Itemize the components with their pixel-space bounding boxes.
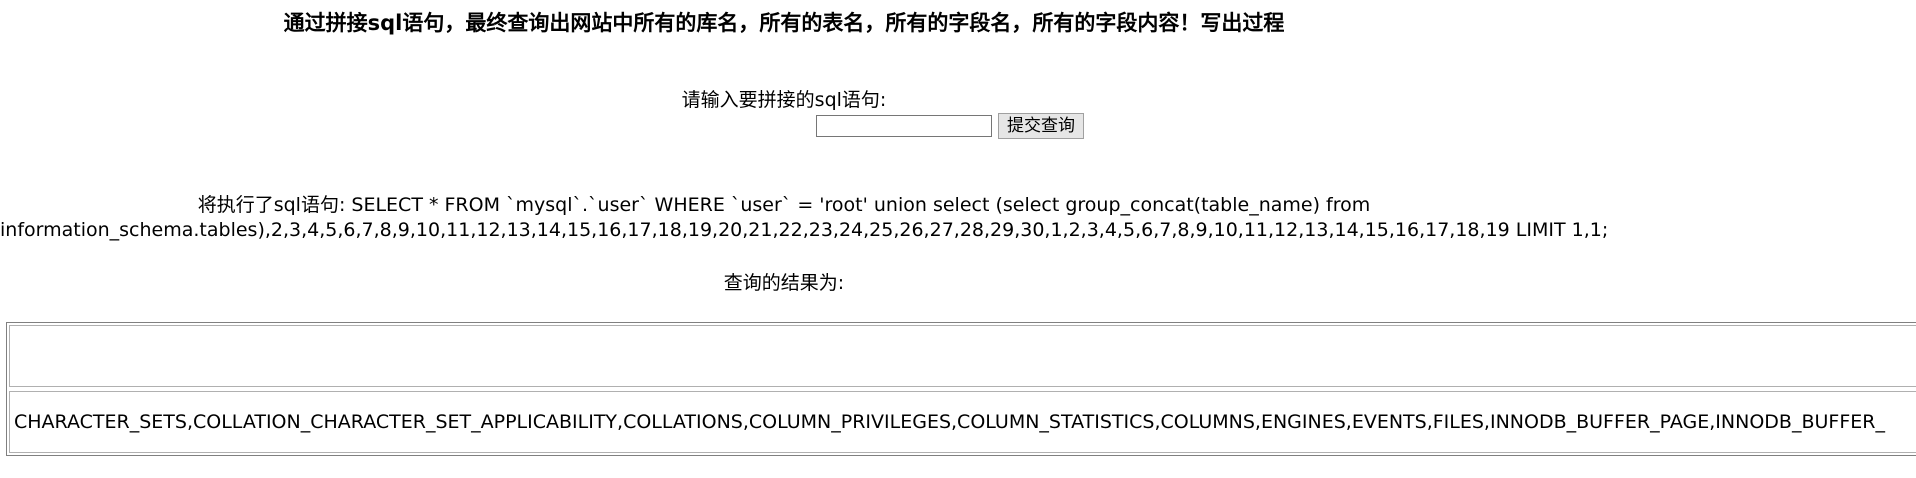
sql-form: 提交查询 — [816, 113, 1084, 139]
sql-input-label: 请输入要拼接的sql语句: — [681, 89, 887, 111]
executed-sql-line-1: 将执行了sql语句: SELECT * FROM `mysql`.`user` … — [197, 194, 1371, 216]
sql-input[interactable] — [816, 115, 992, 137]
result-row-empty — [9, 325, 1916, 387]
submit-query-button[interactable]: 提交查询 — [998, 113, 1084, 139]
result-row-tables: CHARACTER_SETS,COLLATION_CHARACTER_SET_A… — [9, 391, 1916, 453]
page-title: 通过拼接sql语句，最终查询出网站中所有的库名，所有的表名，所有的字段名，所有的… — [283, 11, 1285, 35]
executed-sql-line-2: information_schema.tables),2,3,4,5,6,7,8… — [0, 219, 1609, 241]
executed-sql-text: 将执行了sql语句: SELECT * FROM `mysql`.`user` … — [0, 193, 1609, 243]
result-table: CHARACTER_SETS,COLLATION_CHARACTER_SET_A… — [6, 322, 1916, 456]
result-label: 查询的结果为: — [723, 272, 845, 294]
